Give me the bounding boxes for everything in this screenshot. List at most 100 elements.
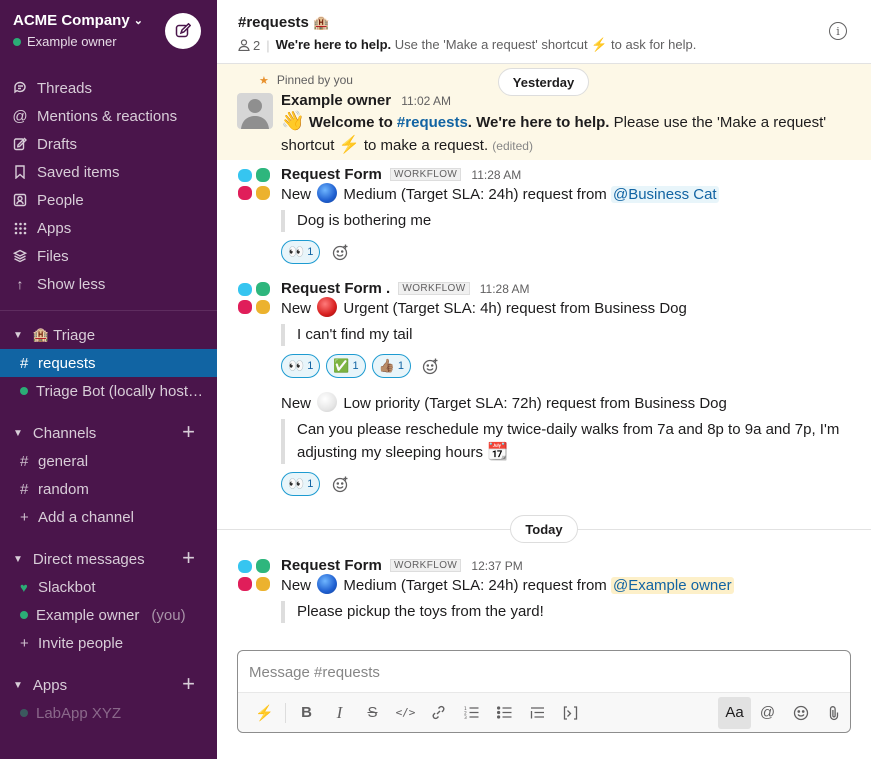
- sidebar-item-drafts[interactable]: Drafts: [0, 130, 217, 158]
- italic-button[interactable]: I: [323, 697, 356, 729]
- sidebar-item-show-less[interactable]: ↑ Show less: [0, 270, 217, 298]
- reaction-eyes[interactable]: 👀 1: [281, 472, 321, 496]
- sidebar-item-general[interactable]: # general: [0, 447, 217, 475]
- reactions: 👀 1: [281, 240, 851, 264]
- sidebar-item-triage-bot[interactable]: Triage Bot (locally host…: [0, 377, 217, 405]
- hotel-icon: 🏨: [313, 15, 330, 30]
- reaction-eyes[interactable]: 👀 1: [281, 240, 321, 264]
- emoji-button[interactable]: [784, 697, 817, 729]
- caret-down-icon: ▼: [13, 679, 23, 691]
- message-time[interactable]: 12:37 PM: [471, 559, 522, 573]
- message-input[interactable]: [249, 662, 839, 682]
- plus-icon: +: [20, 508, 29, 526]
- sidebar-item-files[interactable]: Files: [0, 242, 217, 270]
- message-time[interactable]: 11:28 AM: [480, 282, 530, 296]
- at-icon: @: [759, 704, 776, 721]
- workflow-avatar[interactable]: [237, 167, 273, 203]
- channel-title[interactable]: #requests 🏨: [238, 14, 851, 31]
- add-reaction-icon: [423, 358, 438, 374]
- compose-button[interactable]: [165, 13, 201, 49]
- add-dm-plus-icon[interactable]: +: [182, 547, 195, 569]
- shortcuts-button[interactable]: ⚡: [248, 697, 281, 729]
- reaction-check[interactable]: ✅ 1: [326, 354, 366, 378]
- message-time[interactable]: 11:28 AM: [471, 168, 521, 182]
- sidebar-item-saved[interactable]: Saved items: [0, 158, 217, 186]
- message-time[interactable]: 11:02 AM: [401, 94, 451, 108]
- link-icon: [432, 705, 445, 720]
- message-author[interactable]: Request Form: [281, 166, 382, 183]
- lightning-icon: ⚡: [255, 704, 274, 722]
- section-apps[interactable]: ▼ Apps +: [0, 671, 217, 699]
- hotel-icon: 🏨: [32, 327, 50, 342]
- workflow-icon: [238, 559, 270, 591]
- message-quote: Please pickup the toys from the yard!: [281, 601, 851, 623]
- drafts-icon: [13, 137, 27, 151]
- code-button[interactable]: </>: [389, 697, 422, 729]
- add-channel-button[interactable]: + Add a channel: [0, 503, 217, 531]
- apps-icon: [13, 222, 27, 235]
- channel-link[interactable]: #requests: [397, 114, 468, 131]
- link-button[interactable]: [422, 697, 455, 729]
- sidebar-item-example-owner[interactable]: Example owner (you): [0, 601, 217, 629]
- channel-header: #requests 🏨 2 | We're here to help. Use …: [217, 0, 871, 64]
- reaction-eyes[interactable]: 👀 1: [281, 354, 321, 378]
- channel-subtitle: 2 | We're here to help. Use the 'Make a …: [238, 37, 851, 53]
- attach-button[interactable]: [817, 697, 850, 729]
- invite-people-button[interactable]: + Invite people: [0, 629, 217, 657]
- channel-info-icon[interactable]: i: [829, 22, 847, 40]
- sidebar-item-people[interactable]: People: [0, 186, 217, 214]
- composer-toolbar: ⚡ B I S </> 123 Aa @: [238, 692, 850, 732]
- section-triage[interactable]: ▼ 🏨 Triage: [0, 321, 217, 349]
- add-app-plus-icon[interactable]: +: [182, 673, 195, 695]
- code-block-button[interactable]: [554, 697, 587, 729]
- ordered-list-icon: 123: [464, 706, 479, 719]
- bulleted-list-button[interactable]: [488, 697, 521, 729]
- add-reaction-button[interactable]: [417, 354, 445, 378]
- formatting-toggle-button[interactable]: Aa: [718, 696, 751, 729]
- mention-button[interactable]: @: [751, 697, 784, 729]
- add-channel-plus-icon[interactable]: +: [182, 421, 195, 443]
- reaction-thumbs-up[interactable]: 👍🏽 1: [371, 354, 411, 378]
- blockquote-button[interactable]: [521, 697, 554, 729]
- code-icon: </>: [395, 706, 416, 719]
- strikethrough-button[interactable]: S: [356, 697, 389, 729]
- caret-down-icon: ▼: [13, 329, 23, 341]
- sidebar-item-app-partial[interactable]: LabApp XYZ: [0, 699, 217, 727]
- sidebar-item-threads[interactable]: Threads: [0, 74, 217, 102]
- bold-icon: B: [301, 704, 312, 721]
- emoji-icon: [793, 705, 808, 720]
- user-mention[interactable]: @Business Cat: [610, 186, 719, 203]
- toolbar-separator: [285, 702, 286, 723]
- day-divider-today[interactable]: Today: [510, 515, 578, 543]
- user-mention[interactable]: @Example owner: [610, 577, 734, 594]
- white-circle-icon: [317, 392, 338, 412]
- pin-icon: ★: [259, 74, 269, 87]
- sidebar-item-mentions[interactable]: @ Mentions & reactions: [0, 102, 217, 130]
- channel-topic[interactable]: We're here to help. Use the 'Make a requ…: [276, 37, 697, 53]
- user-avatar[interactable]: [237, 93, 273, 129]
- message-author[interactable]: Request Form .: [281, 280, 390, 297]
- sidebar-item-apps[interactable]: Apps: [0, 214, 217, 242]
- hash-icon: #: [20, 452, 29, 470]
- bold-button[interactable]: B: [290, 697, 323, 729]
- workspace-header[interactable]: ACME Company ⌄ Example owner: [0, 0, 217, 64]
- section-direct-messages[interactable]: ▼ Direct messages +: [0, 545, 217, 573]
- calendar-icon: 📆: [487, 442, 509, 461]
- sidebar-item-requests[interactable]: # requests: [0, 349, 217, 377]
- sidebar-item-random[interactable]: # random: [0, 475, 217, 503]
- message-author[interactable]: Request Form: [281, 557, 382, 574]
- workflow-avatar[interactable]: [237, 558, 273, 594]
- sidebar-item-slackbot[interactable]: ♥ Slackbot: [0, 573, 217, 601]
- message-author[interactable]: Example owner: [281, 92, 391, 109]
- message-request-3: New Low priority (Target SLA: 72h) reque…: [281, 392, 861, 496]
- workflow-avatar[interactable]: [237, 281, 273, 317]
- add-reaction-button[interactable]: [326, 472, 354, 496]
- presence-dot: [13, 37, 21, 46]
- section-channels[interactable]: ▼ Channels +: [0, 419, 217, 447]
- ordered-list-button[interactable]: 123: [455, 697, 488, 729]
- add-reaction-button[interactable]: [326, 240, 354, 264]
- workflow-badge: WORKFLOW: [390, 168, 462, 181]
- blue-circle-icon: [317, 183, 338, 203]
- arrow-up-icon: ↑: [16, 276, 24, 292]
- member-count-button[interactable]: 2: [238, 38, 260, 53]
